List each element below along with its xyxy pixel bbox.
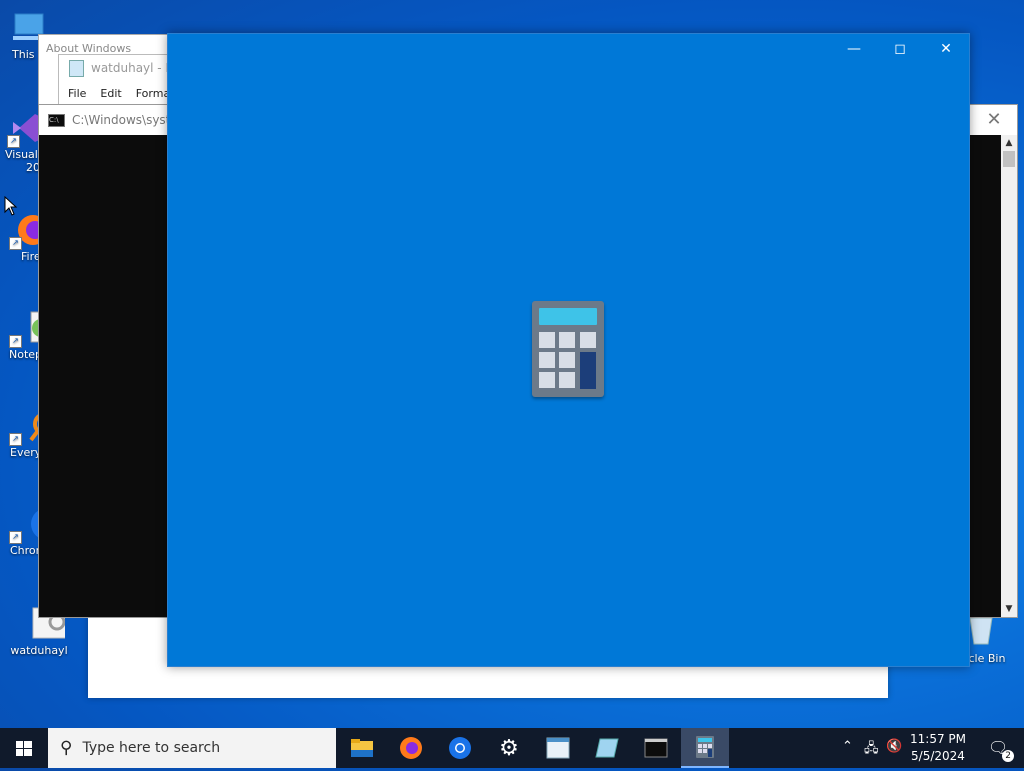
notepad-icon <box>69 59 84 77</box>
desktop-icon-recycle-bin[interactable]: ycle Bin <box>962 614 1024 665</box>
desktop-icon-label: watduhayl <box>10 644 68 657</box>
start-button[interactable] <box>0 728 48 768</box>
chrome-icon <box>449 737 471 759</box>
scroll-up-button[interactable]: ▲ <box>1001 135 1017 151</box>
shortcut-arrow-icon: ↗ <box>9 433 22 446</box>
calculator-icon-screen <box>539 308 597 325</box>
close-button[interactable]: ✕ <box>923 34 969 64</box>
calculator-icon-key <box>539 372 555 388</box>
minimize-button[interactable]: — <box>831 34 877 64</box>
calculator-icon-equals-key <box>580 352 596 389</box>
taskbar: ⚲ Type here to search ⚙ ⌃ 🖧 🔇 11:57 PM 5… <box>0 728 1024 768</box>
vertical-scrollbar[interactable]: ▲ ▼ <box>1001 135 1017 617</box>
shortcut-arrow-icon: ↗ <box>9 335 22 348</box>
system-tray: ⌃ 🖧 🔇 11:57 PM 5/5/2024 🗨 2 <box>824 728 1024 768</box>
taskbar-terminal[interactable] <box>632 728 680 768</box>
calculator-icon-key <box>559 352 575 368</box>
notifications-button[interactable]: 🗨 2 <box>988 738 1014 762</box>
scroll-thumb[interactable] <box>1003 151 1015 167</box>
recycle-bin-icon <box>966 614 1024 646</box>
menu-format[interactable]: Forma <box>136 87 170 100</box>
search-icon: ⚲ <box>60 738 73 758</box>
taskbar-sticky-notes[interactable] <box>583 728 631 768</box>
notification-count: 2 <box>1002 750 1014 762</box>
shortcut-arrow-icon: ↗ <box>7 135 20 148</box>
taskbar-notepad[interactable] <box>534 728 582 768</box>
calculator-icon-key <box>580 332 596 348</box>
terminal-icon <box>644 738 668 758</box>
scroll-down-button[interactable]: ▼ <box>1001 601 1017 617</box>
sticky-notes-icon <box>595 738 619 758</box>
search-placeholder: Type here to search <box>82 740 221 756</box>
network-icon[interactable]: 🖧 <box>864 739 879 761</box>
taskbar-file-explorer[interactable] <box>338 728 386 768</box>
calculator-window[interactable]: — ◻ ✕ <box>167 33 970 667</box>
desktop-icon-label: ycle Bin <box>962 652 1006 665</box>
chevron-up-icon[interactable]: ⌃ <box>842 739 853 754</box>
taskbar-calculator[interactable] <box>681 728 729 768</box>
cmd-icon: C:\ <box>48 113 65 127</box>
calculator-icon <box>696 736 714 758</box>
taskbar-firefox[interactable] <box>387 728 435 768</box>
shortcut-arrow-icon: ↗ <box>9 531 22 544</box>
folder-icon <box>351 739 373 757</box>
search-box[interactable]: ⚲ Type here to search <box>48 728 336 768</box>
windows-logo-icon <box>16 741 32 756</box>
calculator-icon-key <box>539 332 555 348</box>
clock[interactable]: 11:57 PM 5/5/2024 <box>898 731 978 765</box>
clock-time: 11:57 PM <box>910 732 966 746</box>
shortcut-arrow-icon: ↗ <box>9 237 22 250</box>
calculator-icon <box>532 301 604 397</box>
taskbar-settings[interactable]: ⚙ <box>485 728 533 768</box>
gear-icon: ⚙ <box>499 735 519 761</box>
menu-file[interactable]: File <box>68 87 86 100</box>
notepad-icon <box>546 737 570 759</box>
clock-date: 5/5/2024 <box>911 749 965 763</box>
calculator-icon-key <box>539 352 555 368</box>
calculator-icon-key <box>559 332 575 348</box>
close-button[interactable]: ✕ <box>971 105 1017 135</box>
menu-edit[interactable]: Edit <box>100 87 121 100</box>
maximize-button[interactable]: ◻ <box>877 34 923 64</box>
calculator-icon-key <box>559 372 575 388</box>
firefox-icon <box>400 737 422 759</box>
taskbar-chrome[interactable] <box>436 728 484 768</box>
